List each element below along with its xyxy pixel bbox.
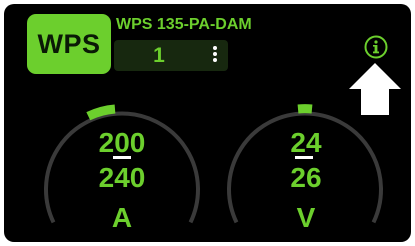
- current-set-value: 200: [98, 127, 146, 158]
- current-unit-label: A: [111, 202, 133, 233]
- current-value-divider: [113, 156, 131, 159]
- gauges-layer: [44, 104, 383, 224]
- voltage-value-divider: [295, 156, 313, 159]
- welder-display-screen: WPS WPS 135-PA-DAM 1 200 240 A 24 26 V: [4, 4, 411, 242]
- current-actual-value: 240: [98, 162, 146, 193]
- voltage-set-value: 24: [290, 127, 322, 158]
- voltage-actual-value: 26: [290, 162, 322, 193]
- voltage-unit-label: V: [296, 202, 316, 233]
